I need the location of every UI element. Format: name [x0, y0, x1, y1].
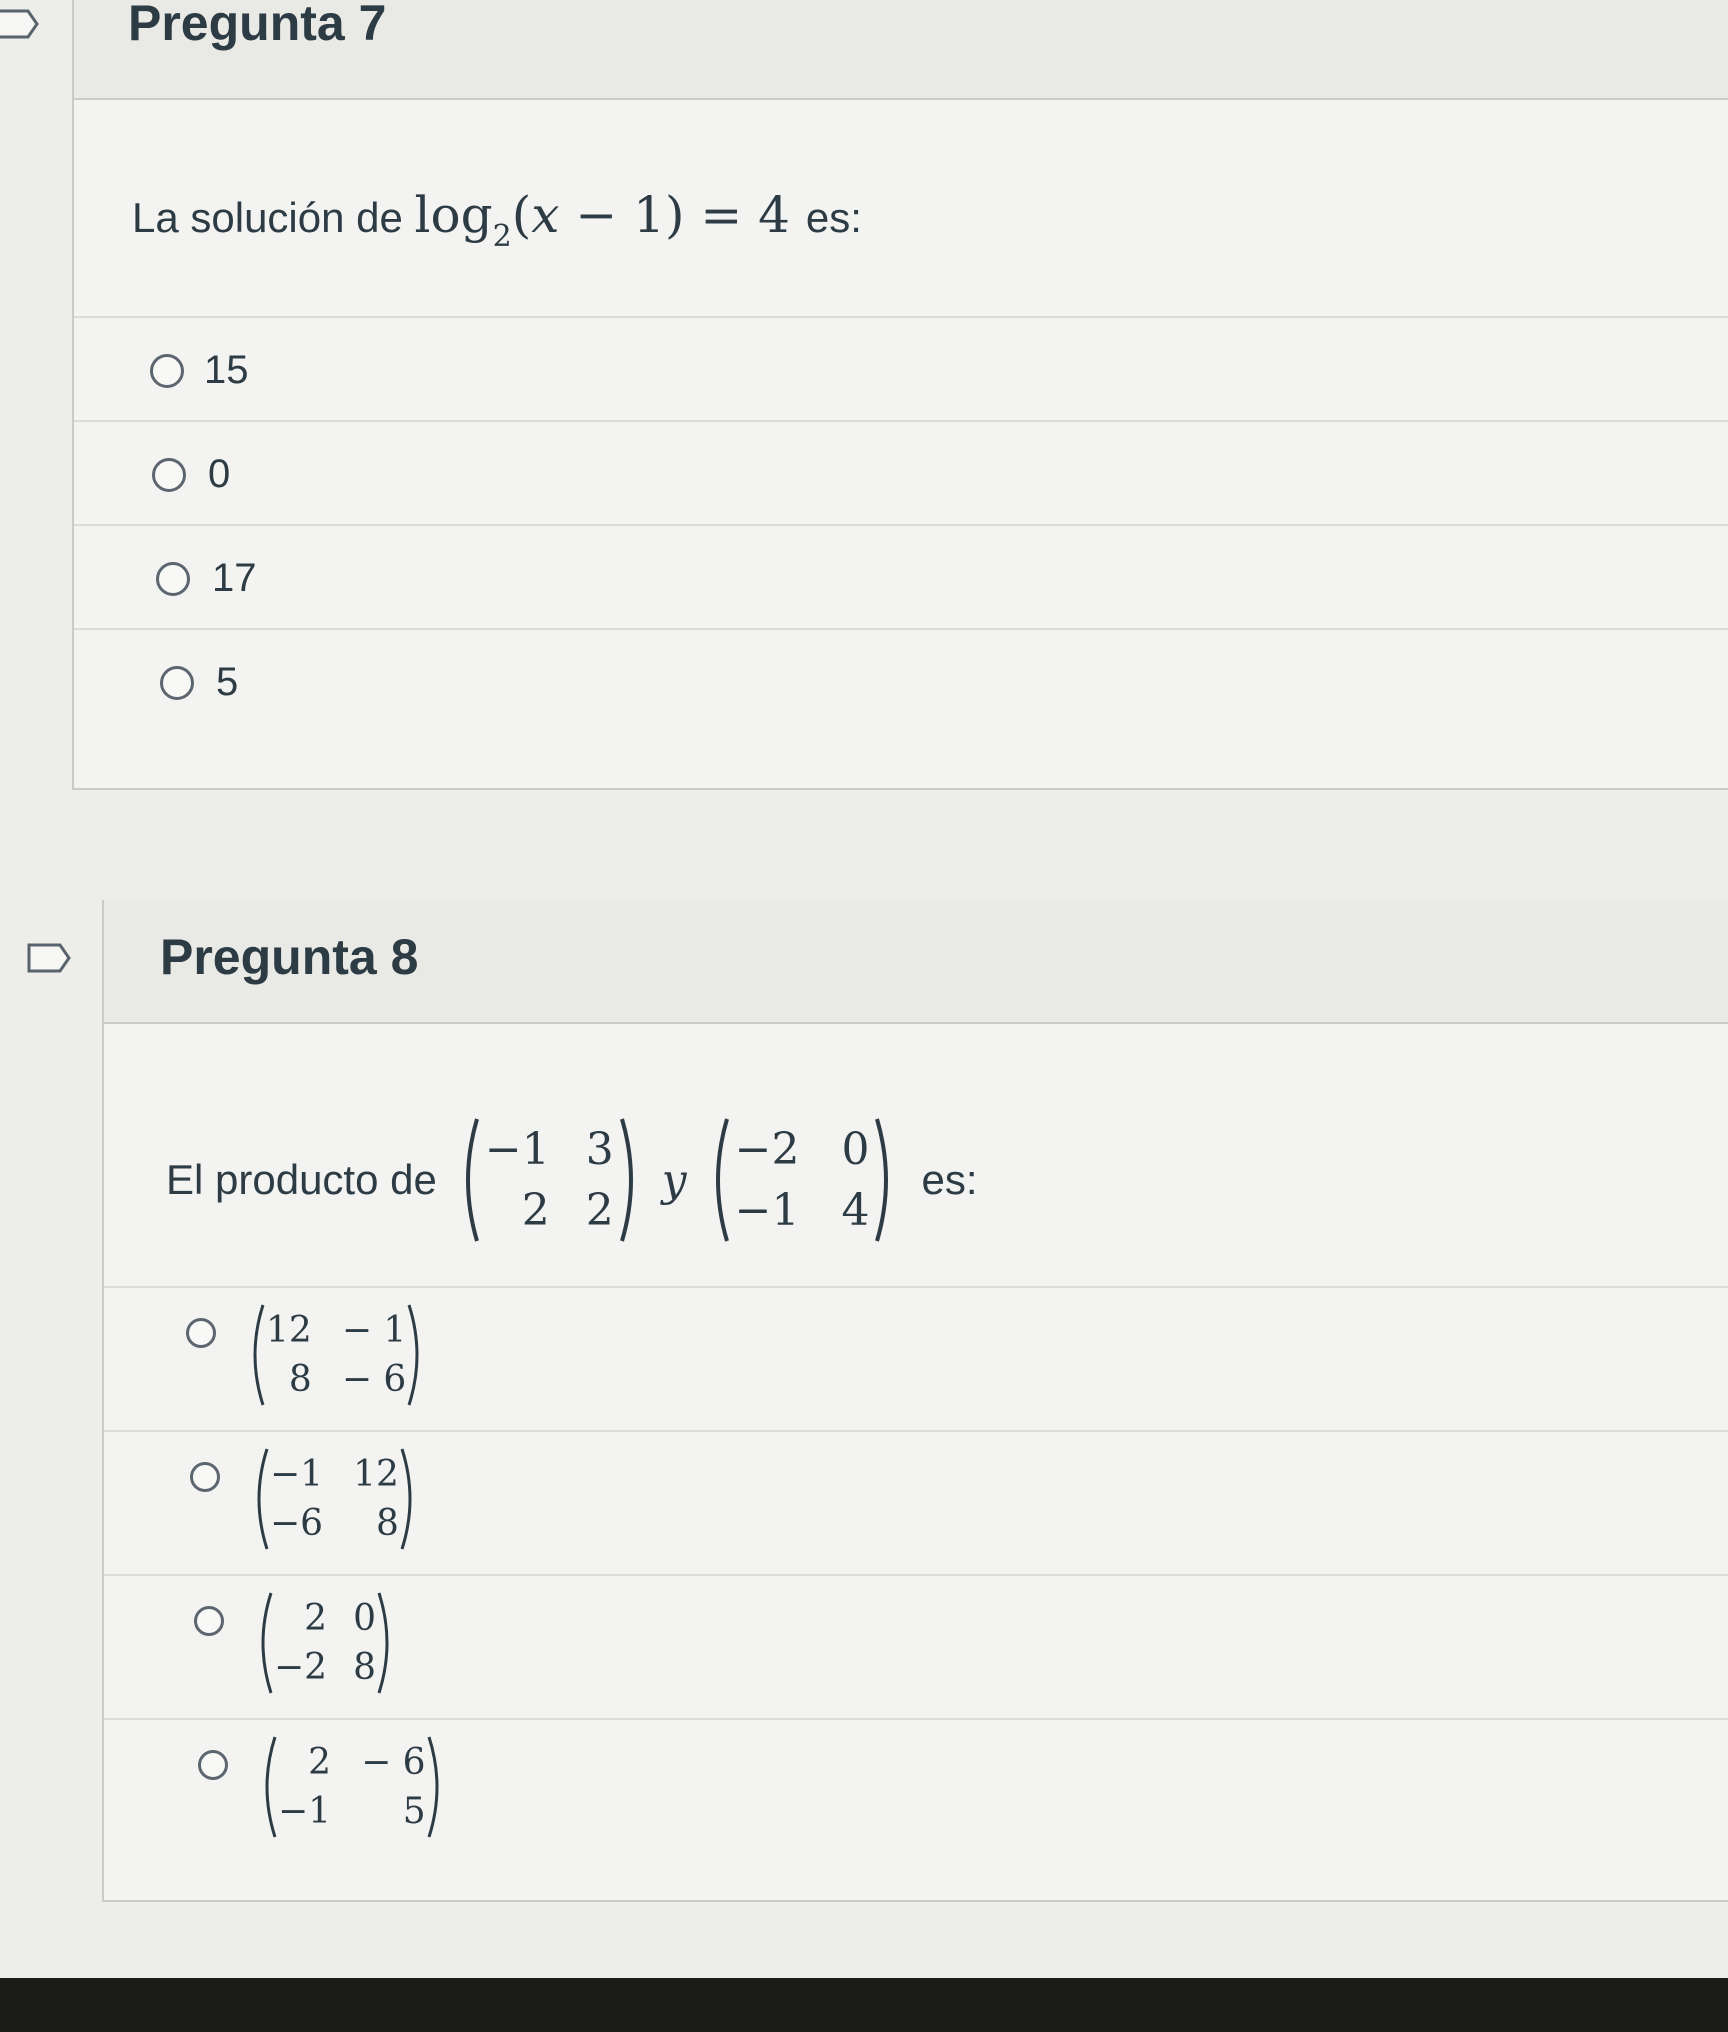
answer-label: 5 [216, 660, 239, 704]
matrix-cell: 2 [308, 1742, 332, 1783]
flag-icon[interactable] [26, 942, 72, 974]
radio-button-icon[interactable] [190, 1462, 220, 1492]
radio-button-icon[interactable] [150, 354, 184, 388]
question-7-equation: log2(x − 1) = 4 [414, 186, 806, 254]
matrix-b-cell: −1 [734, 1185, 800, 1236]
left-paren [265, 1736, 277, 1838]
answer-label: 0 [208, 452, 231, 496]
answer-option[interactable]: 5 [74, 628, 1728, 734]
answer-option[interactable]: −1 12 −6 8 [104, 1430, 1728, 1576]
question-7-suffix: es: [805, 194, 862, 241]
matrix-cell: − 6 [341, 1359, 407, 1400]
matrix-b-cell: 4 [841, 1185, 870, 1236]
answer-option[interactable]: 15 [74, 316, 1728, 422]
radio-button-icon[interactable] [160, 666, 194, 700]
flag-icon[interactable] [0, 8, 40, 40]
equation-base: 2 [492, 219, 512, 254]
matrix-cell: 8 [375, 1503, 399, 1544]
answer-option[interactable]: 2 − 6 −1 5 [104, 1718, 1728, 1864]
matrix-cell: −6 [270, 1503, 324, 1544]
left-paren [715, 1118, 729, 1242]
matrix-a-cell: 2 [521, 1185, 550, 1236]
answer-option[interactable]: 12 − 1 8 − 6 [104, 1286, 1728, 1432]
question-8-header: Pregunta 8 [104, 900, 1728, 1024]
right-paren [400, 1448, 412, 1550]
right-paren [427, 1736, 439, 1838]
answer-matrix: −1 12 −6 8 [248, 1446, 421, 1552]
radio-button-icon[interactable] [156, 562, 190, 596]
equation-open: ( [511, 186, 532, 244]
right-paren [407, 1304, 419, 1406]
equation-log: log [414, 186, 493, 244]
equation-rest: − 1) = 4 [559, 186, 790, 244]
matrix-cell: −2 [274, 1647, 328, 1688]
radio-button-icon[interactable] [194, 1606, 224, 1636]
question-8-prefix: El producto de [166, 1156, 437, 1203]
matrix-cell: 0 [353, 1598, 376, 1639]
answer-option[interactable]: 2 0 −2 8 [104, 1574, 1728, 1720]
question-7-prefix: La solución de [132, 194, 403, 241]
equation-var: x [531, 186, 560, 244]
question-7-text: La solución de log2(x − 1) = 4 es: [132, 186, 862, 254]
question-7-title: Pregunta 7 [128, 0, 387, 51]
matrix-cell: 12 [266, 1310, 312, 1351]
matrix-cell: − 6 [361, 1742, 426, 1783]
matrix-b: −2 0 −1 4 [705, 1115, 900, 1245]
answer-matrix: 2 − 6 −1 5 [256, 1734, 448, 1840]
question-7-header: Pregunta 7 [74, 0, 1728, 100]
question-8-text: El producto de −1 3 2 2 y −2 0 −1 4 es: [166, 1110, 978, 1250]
answer-matrix: 12 − 1 8 − 6 [244, 1302, 428, 1408]
answer-label: 17 [212, 556, 257, 600]
matrix-a: −1 3 2 2 [455, 1115, 644, 1245]
matrix-cell: −1 [278, 1791, 332, 1832]
matrix-cell: − 1 [341, 1310, 407, 1351]
right-paren [619, 1118, 633, 1242]
matrix-cell: −1 [270, 1454, 324, 1495]
matrix-cell: 8 [353, 1647, 376, 1688]
answer-label: 15 [204, 348, 249, 392]
radio-button-icon[interactable] [152, 458, 186, 492]
right-paren [875, 1118, 889, 1242]
screen-bezel [0, 1978, 1728, 2032]
matrix-cell: 8 [288, 1359, 312, 1400]
matrix-cell: 2 [304, 1598, 328, 1639]
matrix-a-cell: 2 [585, 1185, 614, 1236]
answer-option[interactable]: 17 [74, 524, 1728, 630]
question-8-suffix: es: [921, 1156, 978, 1203]
answer-option[interactable]: 0 [74, 420, 1728, 526]
radio-button-icon[interactable] [186, 1318, 216, 1348]
matrix-a-cell: 3 [585, 1124, 614, 1175]
question-8-card: Pregunta 8 El producto de −1 3 2 2 y −2 … [102, 900, 1728, 1902]
matrix-cell: 5 [402, 1791, 426, 1832]
matrix-b-cell: −2 [734, 1124, 800, 1175]
matrix-cell: 12 [353, 1454, 399, 1495]
question-8-title: Pregunta 8 [160, 929, 419, 985]
left-paren [253, 1304, 265, 1406]
right-paren [377, 1592, 389, 1694]
radio-button-icon[interactable] [198, 1750, 228, 1780]
left-paren [261, 1592, 273, 1694]
answer-matrix: 2 0 −2 8 [252, 1590, 398, 1696]
left-paren [257, 1448, 269, 1550]
matrix-a-cell: −1 [484, 1124, 550, 1175]
left-paren [465, 1118, 479, 1242]
question-7-card: Pregunta 7 La solución de log2(x − 1) = … [72, 0, 1728, 790]
matrix-b-cell: 0 [841, 1124, 870, 1175]
conjunction: y [661, 1154, 687, 1206]
